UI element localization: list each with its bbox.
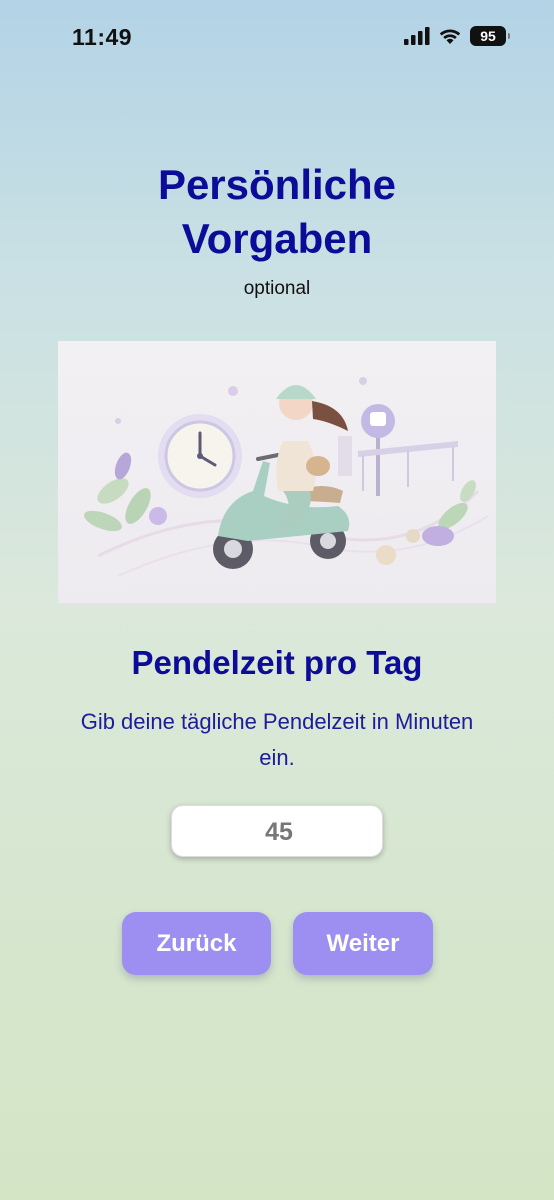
next-button[interactable]: Weiter xyxy=(293,912,433,975)
battery-icon: 95 xyxy=(470,26,510,46)
wifi-icon xyxy=(439,29,461,44)
page-subtitle: optional xyxy=(243,278,311,299)
status-time: 11:49 xyxy=(72,24,133,50)
page-title: Persönliche Vorgaben xyxy=(0,158,554,266)
clock-icon xyxy=(158,414,242,498)
commute-minutes-input[interactable] xyxy=(172,806,386,858)
battery-level: 95 xyxy=(480,28,496,44)
page-title-line-2: Vorgaben xyxy=(181,215,373,262)
plant-icon-right xyxy=(376,480,476,565)
commute-scooter-illustration xyxy=(84,377,489,577)
commute-heading: Pendelzeit pro Tag xyxy=(131,644,423,681)
status-icons: 95 xyxy=(404,26,510,46)
bus-stop-icon xyxy=(338,404,458,496)
page-title-line-1: Persönliche xyxy=(157,161,397,208)
commute-instruction: Gib deine tägliche Pendelzeit in Minuten… xyxy=(80,709,474,770)
back-button[interactable]: Zurück xyxy=(122,912,271,975)
signal-icon xyxy=(404,27,430,45)
commute-minutes-field[interactable] xyxy=(171,805,386,858)
commute-illustration xyxy=(58,341,496,603)
status-bar: 11:49 95 xyxy=(0,0,554,76)
plant-icon xyxy=(84,452,167,532)
